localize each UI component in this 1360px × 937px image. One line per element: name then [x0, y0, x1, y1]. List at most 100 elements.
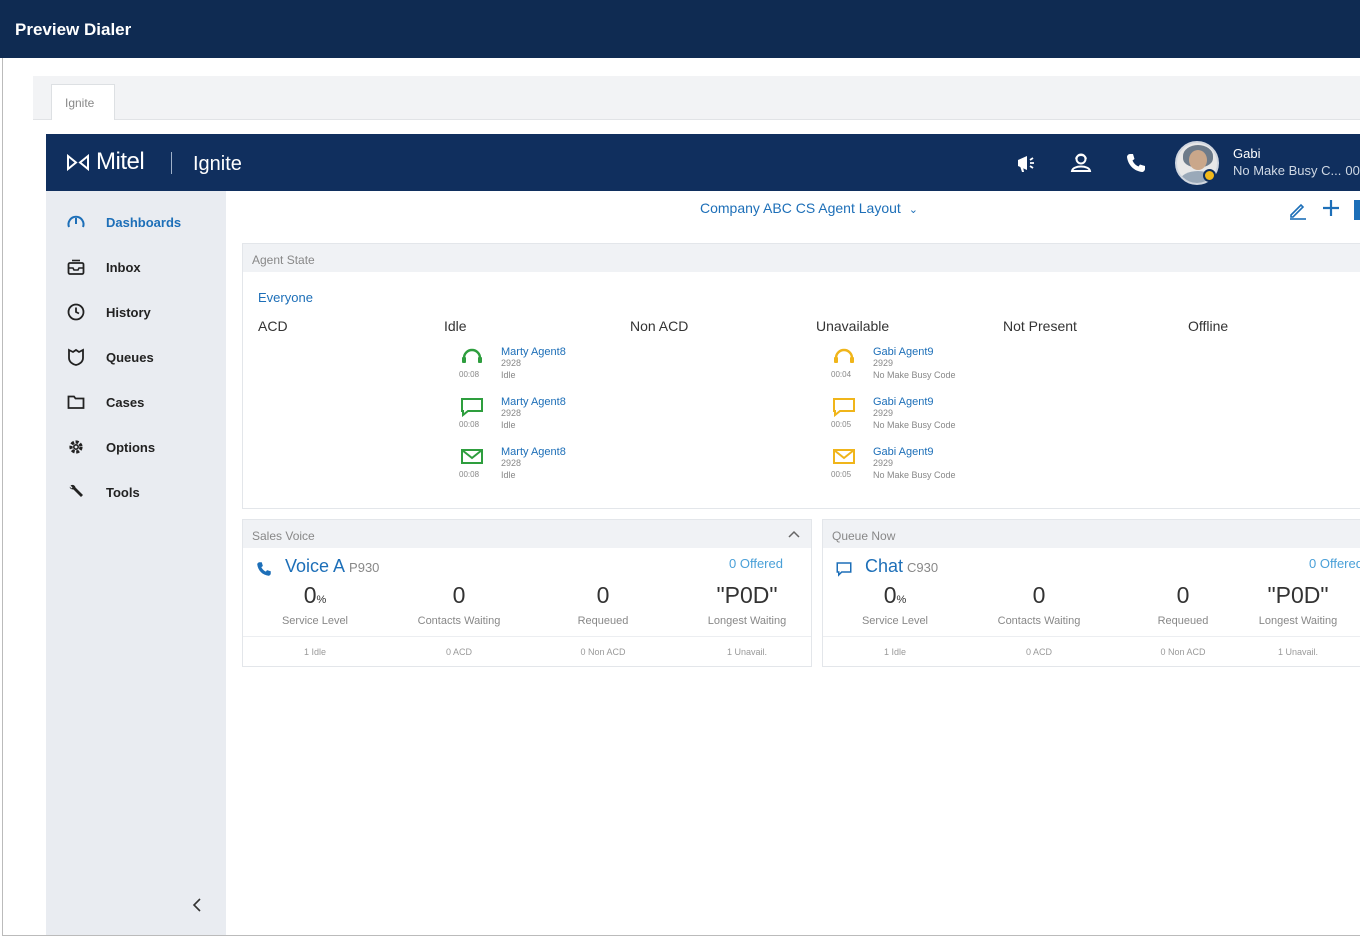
metric-contacts-waiting: 0 Contacts Waiting [997, 582, 1081, 627]
sidebar-item-label: Queues [106, 350, 154, 365]
agent-card[interactable]: 00:08 Marty Agent8 2928 Idle [459, 346, 649, 386]
wrench-icon [68, 484, 83, 497]
column-header-offline: Offline [1188, 318, 1229, 334]
shield-queue-icon [68, 348, 84, 366]
agent-status: No Make Busy Code [873, 470, 956, 480]
footer-unavailable: 1 Unavail. [726, 647, 768, 657]
column-header-idle: Idle [444, 318, 467, 334]
layout-name: Company ABC CS Agent Layout [700, 200, 901, 216]
chat-icon [461, 398, 483, 418]
agent-extension: 2929 [873, 358, 894, 368]
gear-icon [69, 440, 83, 454]
column-header-unavailable: Unavailable [816, 318, 890, 334]
sidebar-item-label: History [106, 305, 151, 320]
phone-icon[interactable] [1124, 151, 1148, 175]
queue-panel-sales-voice: Sales Voice Voice A P930 0 Offered 0% Ser… [242, 519, 812, 667]
sidebar-item-queues[interactable]: Queues [46, 342, 226, 372]
clock-icon [67, 303, 85, 321]
metric-service-level: 0% Service Level [861, 582, 929, 627]
metric-contacts-waiting: 0 Contacts Waiting [417, 582, 501, 627]
everyone-filter-link[interactable]: Everyone [258, 290, 313, 305]
queue-name[interactable]: Voice A P930 [285, 556, 379, 577]
footer-unavailable: 1 Unavail. [1277, 647, 1319, 657]
sidebar-item-inbox[interactable]: Inbox [46, 252, 226, 282]
agent-extension: 2928 [501, 408, 522, 418]
email-icon [833, 449, 855, 464]
agent-card[interactable]: 00:08 Marty Agent8 2928 Idle [459, 446, 649, 486]
ignite-app: Mitel Ignite Gabi No Make Busy C... 00 D… [46, 134, 1360, 935]
agent-card[interactable]: 00:05 Gabi Agent9 2929 No Make Busy Code [831, 446, 1021, 486]
app-header: Mitel Ignite Gabi No Make Busy C... 00 [46, 134, 1360, 191]
pencil-icon[interactable] [1288, 200, 1308, 220]
metric-longest-waiting: "P0D" Longest Waiting [1258, 582, 1338, 627]
headset-icon [462, 348, 482, 363]
layout-selector[interactable]: Company ABC CS Agent Layout ⌄ [700, 200, 918, 216]
sidebar-item-tools[interactable]: Tools [46, 477, 226, 507]
sidebar: Dashboards Inbox History Queues Cases Op… [46, 191, 226, 935]
agent-timer: 00:08 [459, 370, 480, 379]
agent-status: Idle [501, 420, 516, 430]
brand-logo-text: Mitel [96, 148, 145, 175]
queue-panel-queue-now: Queue Now Chat C930 0 Offered 0% Service … [822, 519, 1360, 667]
agent-timer: 00:04 [831, 370, 852, 379]
agent-timer: 00:05 [831, 470, 852, 479]
avatar-face [1189, 150, 1207, 170]
agent-extension: 2929 [873, 458, 894, 468]
agent-status: No Make Busy Code [873, 420, 956, 430]
folder-icon [67, 395, 85, 409]
user-status[interactable]: No Make Busy C... 00 [1233, 163, 1360, 178]
sidebar-item-options[interactable]: Options [46, 432, 226, 462]
sidebar-item-label: Options [106, 440, 156, 455]
agent-timer: 00:08 [459, 470, 480, 479]
window-title: Preview Dialer [15, 20, 132, 39]
user-name[interactable]: Gabi [1233, 146, 1260, 161]
panel-title: Agent State [243, 244, 1360, 272]
phone-icon [257, 562, 271, 576]
agent-status: Idle [501, 370, 516, 380]
agent-card[interactable]: 00:08 Marty Agent8 2928 Idle [459, 396, 649, 436]
agent-name: Gabi Agent9 [873, 346, 934, 358]
sidebar-item-cases[interactable]: Cases [46, 387, 226, 417]
queue-code: P930 [349, 560, 380, 575]
chevron-up-icon[interactable] [787, 527, 801, 541]
presence-status-dot [1203, 169, 1216, 182]
plus-icon[interactable] [1320, 197, 1342, 219]
queue-name[interactable]: Chat C930 [865, 556, 938, 577]
inbox-icon [67, 259, 85, 275]
metric-requeued: 0 Requeued [577, 582, 629, 627]
sidebar-item-dashboards[interactable]: Dashboards [46, 207, 226, 237]
agent-name: Marty Agent8 [501, 346, 566, 358]
column-header-non-acd: Non ACD [630, 318, 689, 334]
chevron-down-icon: ⌄ [908, 204, 919, 216]
footer-acd: 0 ACD [1025, 647, 1052, 657]
agent-name: Gabi Agent9 [873, 396, 934, 408]
sidebar-item-label: Dashboards [106, 215, 182, 230]
agent-card[interactable]: 00:05 Gabi Agent9 2929 No Make Busy Code [831, 396, 1021, 436]
queue-code: C930 [907, 560, 939, 575]
chevron-left-icon[interactable] [186, 893, 210, 917]
agent-state-panel: Agent State Everyone ACD Idle Non ACD Un… [242, 243, 1360, 509]
user-status-timer: 00 [1345, 163, 1360, 178]
agent-card[interactable]: 00:04 Gabi Agent9 2929 No Make Busy Code [831, 346, 1021, 386]
agent-timer: 00:08 [459, 420, 480, 429]
chat-icon [836, 562, 852, 577]
column-header-not-present: Not Present [1003, 318, 1077, 334]
footer-acd: 0 ACD [445, 647, 472, 657]
agent-extension: 2928 [501, 358, 522, 368]
tab-ignite[interactable]: Ignite [51, 84, 115, 120]
headset-icon [834, 348, 854, 363]
sidebar-item-label: Tools [106, 485, 140, 500]
agent-extension: 2929 [873, 408, 894, 418]
sidebar-item-history[interactable]: History [46, 297, 226, 327]
agents-icon[interactable] [1069, 151, 1093, 175]
metric-longest-waiting: "P0D" Longest Waiting [707, 582, 787, 627]
column-header-acd: ACD [258, 318, 288, 334]
more-icon[interactable] [1354, 200, 1360, 220]
email-icon [461, 449, 483, 464]
chat-icon [833, 398, 855, 418]
offered-count: 0 Offered [1309, 556, 1360, 571]
agent-name: Marty Agent8 [501, 396, 566, 408]
megaphone-icon[interactable] [1014, 151, 1038, 175]
app-name: Ignite [193, 153, 242, 175]
metric-service-level: 0% Service Level [281, 582, 349, 627]
